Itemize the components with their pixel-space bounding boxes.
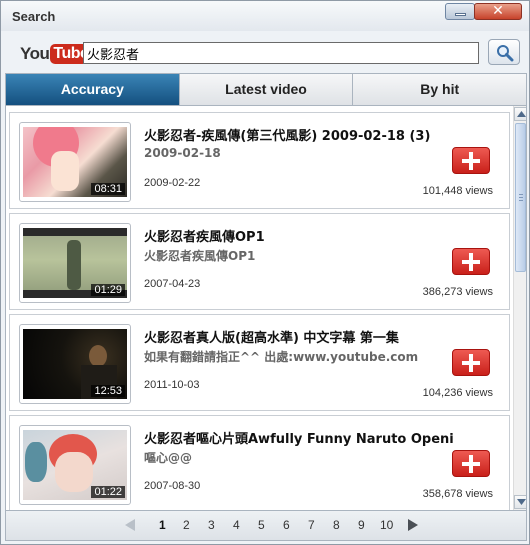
video-date: 2007-04-23 [144, 278, 201, 290]
list-item[interactable]: 01:29 火影忍者疾風傳OP1 火影忍者疾風傳OP1 2007-04-23 3… [9, 213, 510, 310]
pagination: 1 2 3 4 5 6 7 8 9 10 [5, 511, 527, 541]
prev-page-icon[interactable] [125, 519, 135, 531]
video-duration: 12:53 [91, 385, 125, 397]
scroll-grip [519, 197, 523, 198]
tab-latest-video[interactable]: Latest video [178, 74, 353, 105]
search-window: Search ✕ You Tube Accuracy Latest video … [0, 0, 530, 545]
title-bar[interactable]: Search ✕ [1, 1, 529, 31]
video-date: 2011-10-03 [144, 379, 200, 391]
page-8[interactable]: 8 [333, 518, 340, 532]
search-button[interactable] [488, 39, 520, 65]
tab-accuracy[interactable]: Accuracy [6, 74, 179, 105]
video-date: 2009-02-22 [144, 177, 201, 189]
search-bar: You Tube [1, 31, 529, 73]
video-title[interactable]: 火影忍者真人版(超高水準) 中文字幕 第一集 [144, 327, 454, 346]
search-input[interactable] [83, 42, 479, 64]
video-thumbnail[interactable]: 01:29 [19, 223, 131, 303]
minimize-icon [455, 13, 466, 16]
page-7[interactable]: 7 [308, 518, 315, 532]
page-9[interactable]: 9 [358, 518, 365, 532]
video-thumbnail[interactable]: 12:53 [19, 324, 131, 404]
add-button[interactable] [452, 450, 490, 477]
video-views: 358,678 views [422, 488, 493, 500]
video-title[interactable]: 火影忍者-疾風傳(第三代風影) 2009-02-18 (3) [144, 125, 454, 144]
sort-tabs: Accuracy Latest video By hit [5, 73, 527, 106]
close-button[interactable]: ✕ [474, 3, 522, 20]
video-views: 386,273 views [422, 286, 493, 298]
plus-icon-bar [469, 455, 473, 473]
page-2[interactable]: 2 [183, 518, 190, 532]
plus-icon-bar [469, 253, 473, 271]
magnifier-icon [497, 45, 514, 62]
add-button[interactable] [452, 147, 490, 174]
video-views: 104,236 views [422, 387, 493, 399]
video-title[interactable]: 火影忍者疾風傳OP1 [144, 226, 454, 245]
scroll-grip [519, 194, 523, 195]
results-list: 08:31 火影忍者-疾風傳(第三代風影) 2009-02-18 (3) 200… [5, 106, 527, 511]
next-page-icon[interactable] [408, 519, 418, 531]
scroll-down-button[interactable] [514, 495, 526, 509]
tab-by-hit[interactable]: By hit [352, 74, 527, 105]
video-duration: 01:22 [91, 486, 125, 498]
page-5[interactable]: 5 [258, 518, 265, 532]
video-thumbnail[interactable]: 01:22 [19, 425, 131, 505]
page-4[interactable]: 4 [233, 518, 240, 532]
video-description: 2009-02-18 [144, 146, 221, 160]
window-title: Search [12, 9, 56, 24]
youtube-logo: You Tube [20, 43, 92, 65]
video-description: 如果有翻錯請指正^^ 出處:www.youtube.com [144, 350, 419, 364]
page-10[interactable]: 10 [380, 518, 393, 532]
scroll-thumb[interactable] [515, 123, 526, 272]
list-item[interactable]: 12:53 火影忍者真人版(超高水準) 中文字幕 第一集 如果有翻錯請指正^^ … [9, 314, 510, 411]
video-duration: 01:29 [91, 284, 125, 296]
list-item[interactable]: 01:22 火影忍者嘔心片頭Awfully Funny Naruto Openi… [9, 415, 510, 510]
scroll-up-button[interactable] [514, 107, 526, 121]
page-3[interactable]: 3 [208, 518, 215, 532]
list-item[interactable]: 08:31 火影忍者-疾風傳(第三代風影) 2009-02-18 (3) 200… [9, 112, 510, 209]
close-icon: ✕ [492, 3, 504, 19]
add-button[interactable] [452, 248, 490, 275]
vertical-scrollbar[interactable] [513, 106, 526, 510]
video-thumbnail[interactable]: 08:31 [19, 122, 131, 202]
minimize-button[interactable] [445, 3, 475, 20]
plus-icon-bar [469, 354, 473, 372]
page-6[interactable]: 6 [283, 518, 290, 532]
add-button[interactable] [452, 349, 490, 376]
arrow-down-icon [517, 499, 526, 505]
page-1[interactable]: 1 [159, 518, 166, 532]
plus-icon-bar [469, 152, 473, 170]
video-duration: 08:31 [91, 183, 125, 195]
video-description: 火影忍者疾風傳OP1 [144, 249, 256, 263]
logo-you: You [20, 44, 50, 63]
arrow-up-icon [517, 111, 526, 117]
video-views: 101,448 views [422, 185, 493, 197]
scroll-grip [519, 200, 523, 201]
video-description: 嘔心@@ [144, 451, 193, 465]
video-title[interactable]: 火影忍者嘔心片頭Awfully Funny Naruto Openi… [144, 428, 454, 447]
video-date: 2007-08-30 [144, 480, 201, 492]
